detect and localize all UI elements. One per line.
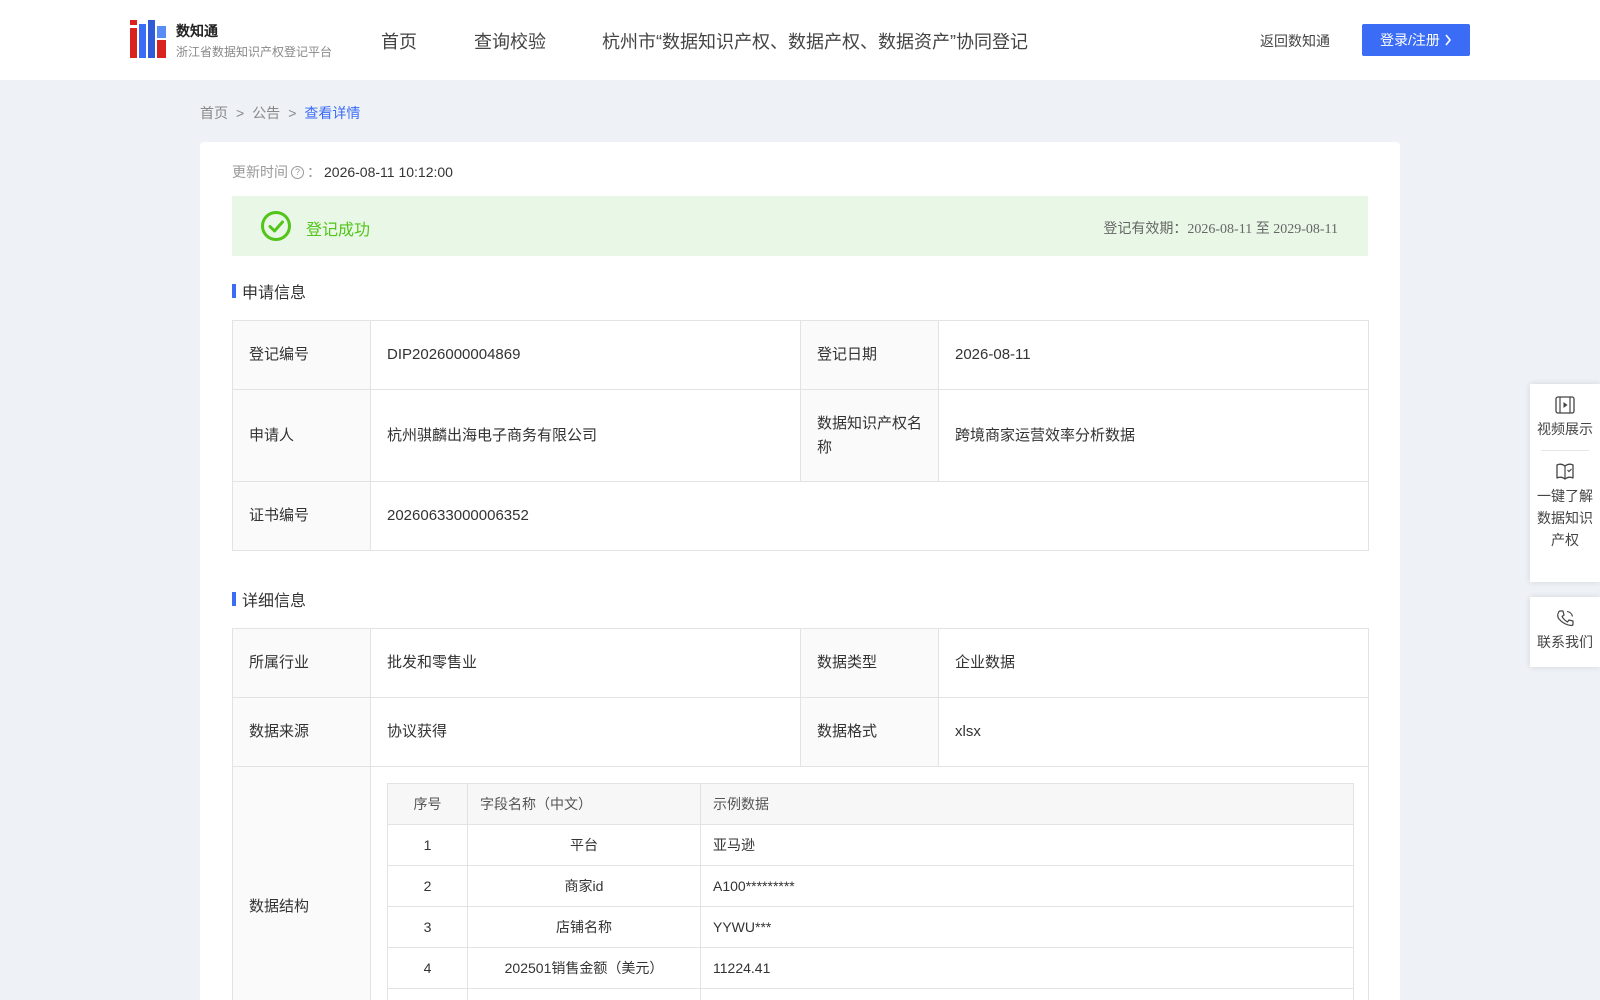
field-index: 2 [387, 865, 468, 907]
table-row: 数据来源 协议获得 数据格式 xlsx [232, 697, 1369, 767]
status-banner: 登记成功 登记有效期：2026-08-11 至 2029-08-11 [232, 196, 1368, 256]
reg-no-value: DIP2026000004869 [370, 320, 801, 390]
nav-query[interactable]: 查询校验 [474, 28, 546, 54]
book-icon [1556, 463, 1574, 480]
format-value: xlsx [938, 697, 1369, 767]
learn-ip-button[interactable]: 一键了解数据知识产权 [1530, 461, 1600, 551]
platform-logo[interactable] [130, 20, 166, 58]
check-circle-icon [261, 211, 291, 241]
field-example: 亚马逊 [700, 824, 1354, 866]
fields-header-name: 字段名称（中文） [467, 783, 701, 825]
field-example: A100********* [700, 865, 1354, 907]
video-showcase-label: 视频展示 [1537, 421, 1593, 437]
update-time-label: 更新时间 [232, 164, 288, 180]
login-label: 登录/注册 [1380, 32, 1440, 48]
field-name [467, 988, 701, 1000]
table-row: 证书编号 20260633000006352 [232, 481, 1369, 551]
back-link[interactable]: 返回数知通 [1260, 31, 1330, 51]
field-example: 11224.41 [700, 947, 1354, 989]
section-marker [232, 284, 236, 298]
field-index: 3 [387, 906, 468, 948]
chevron-right-icon [1445, 34, 1451, 46]
video-showcase-button[interactable]: 视频展示 [1530, 384, 1600, 440]
table-row: 3 店铺名称 YYWU*** [387, 906, 1354, 948]
ip-name-value: 跨境商家运营效率分析数据 [938, 389, 1369, 482]
field-index: 1 [387, 824, 468, 866]
brand-subtitle: 浙江省数据知识产权登记平台 [176, 45, 333, 59]
section-application-label: 申请信息 [242, 285, 307, 302]
structure-label: 数据结构 [232, 766, 371, 1000]
field-index: 4 [387, 947, 468, 989]
section-marker [232, 592, 236, 606]
table-row: 2 商家id A100********* [387, 865, 1354, 907]
applicant-label: 申请人 [232, 389, 371, 482]
reg-date-label: 登记日期 [800, 320, 939, 390]
field-name: 平台 [467, 824, 701, 866]
top-header: 数知通 浙江省数据知识产权登记平台 首页 查询校验 杭州市“数据知识产权、数据产… [0, 0, 1600, 80]
fields-table: 序号 字段名称（中文） 示例数据 1 平台 亚马逊 2 商家id A100***… [387, 783, 1354, 1000]
data-type-value: 企业数据 [938, 628, 1369, 698]
field-example: YYWU*** [700, 906, 1354, 948]
update-time-colon: ： [307, 164, 321, 180]
breadcrumb-notice[interactable]: 公告 [252, 105, 280, 121]
table-row [387, 988, 1354, 1000]
breadcrumb: 首页 > 公告 > 查看详情 [200, 103, 360, 123]
contact-us-button[interactable]: 联系我们 [1530, 597, 1600, 653]
contact-us-label: 联系我们 [1537, 634, 1593, 650]
source-label: 数据来源 [232, 697, 371, 767]
section-details-label: 详细信息 [242, 593, 307, 610]
update-time: 更新时间 ? ： 2026-08-11 10:12:00 [232, 162, 453, 182]
breadcrumb-separator: > [236, 105, 245, 121]
update-time-value: 2026-08-11 10:12:00 [324, 164, 453, 180]
reg-no-label: 登记编号 [232, 320, 371, 390]
nav-hangzhou-registration[interactable]: 杭州市“数据知识产权、数据产权、数据资产”协同登记 [602, 28, 1028, 54]
cert-no-value: 20260633000006352 [370, 481, 1369, 551]
industry-label: 所属行业 [232, 628, 371, 698]
details-table: 所属行业 批发和零售业 数据类型 企业数据 数据来源 协议获得 数据格式 xls… [232, 628, 1369, 1000]
structure-cell: 序号 字段名称（中文） 示例数据 1 平台 亚马逊 2 商家id A100***… [370, 766, 1369, 1000]
breadcrumb-current: 查看详情 [304, 105, 361, 121]
application-table: 登记编号 DIP2026000004869 登记日期 2026-08-11 申请… [232, 320, 1369, 551]
login-button[interactable]: 登录/注册 [1362, 24, 1470, 56]
breadcrumb-home[interactable]: 首页 [200, 105, 228, 121]
applicant-value: 杭州骐麟出海电子商务有限公司 [370, 389, 801, 482]
brand-title: 数知通 [176, 23, 218, 39]
table-row: 申请人 杭州骐麟出海电子商务有限公司 数据知识产权名称 跨境商家运营效率分析数据 [232, 389, 1369, 482]
help-icon[interactable]: ? [291, 165, 304, 179]
field-index [387, 988, 468, 1000]
divider [1541, 450, 1589, 451]
phone-icon [1557, 610, 1574, 627]
status-text: 登记成功 [306, 222, 371, 239]
field-example [700, 988, 1354, 1000]
cert-no-label: 证书编号 [232, 481, 371, 551]
validity-period: 登记有效期：2026-08-11 至 2029-08-11 [1103, 222, 1338, 237]
industry-value: 批发和零售业 [370, 628, 801, 698]
table-row: 4 202501销售金额（美元） 11224.41 [387, 947, 1354, 989]
section-details-title: 详细信息 [232, 587, 306, 611]
table-row: 1 平台 亚马逊 [387, 824, 1354, 866]
fields-header-row: 序号 字段名称（中文） 示例数据 [387, 783, 1354, 825]
ip-name-label: 数据知识产权名称 [800, 389, 939, 482]
field-name: 202501销售金额（美元） [467, 947, 701, 989]
field-name: 商家id [467, 865, 701, 907]
fields-header-example: 示例数据 [700, 783, 1354, 825]
source-value: 协议获得 [370, 697, 801, 767]
data-type-label: 数据类型 [800, 628, 939, 698]
learn-ip-label: 一键了解数据知识产权 [1537, 488, 1593, 548]
field-name: 店铺名称 [467, 906, 701, 948]
nav-home[interactable]: 首页 [381, 28, 417, 54]
breadcrumb-separator: > [288, 105, 297, 121]
video-icon [1555, 396, 1575, 414]
table-row: 登记编号 DIP2026000004869 登记日期 2026-08-11 [232, 320, 1369, 390]
side-panel: 视频展示 一键了解数据知识产权 [1530, 384, 1600, 582]
detail-card: 更新时间 ? ： 2026-08-11 10:12:00 登记成功 登记有效期：… [200, 142, 1400, 1000]
table-row: 所属行业 批发和零售业 数据类型 企业数据 [232, 628, 1369, 698]
section-application-title: 申请信息 [232, 279, 306, 303]
fields-header-index: 序号 [387, 783, 468, 825]
contact-panel: 联系我们 [1530, 597, 1600, 667]
reg-date-value: 2026-08-11 [938, 320, 1369, 390]
table-row: 数据结构 序号 字段名称（中文） 示例数据 1 平台 亚马逊 2 商家id A1… [232, 766, 1369, 1000]
format-label: 数据格式 [800, 697, 939, 767]
